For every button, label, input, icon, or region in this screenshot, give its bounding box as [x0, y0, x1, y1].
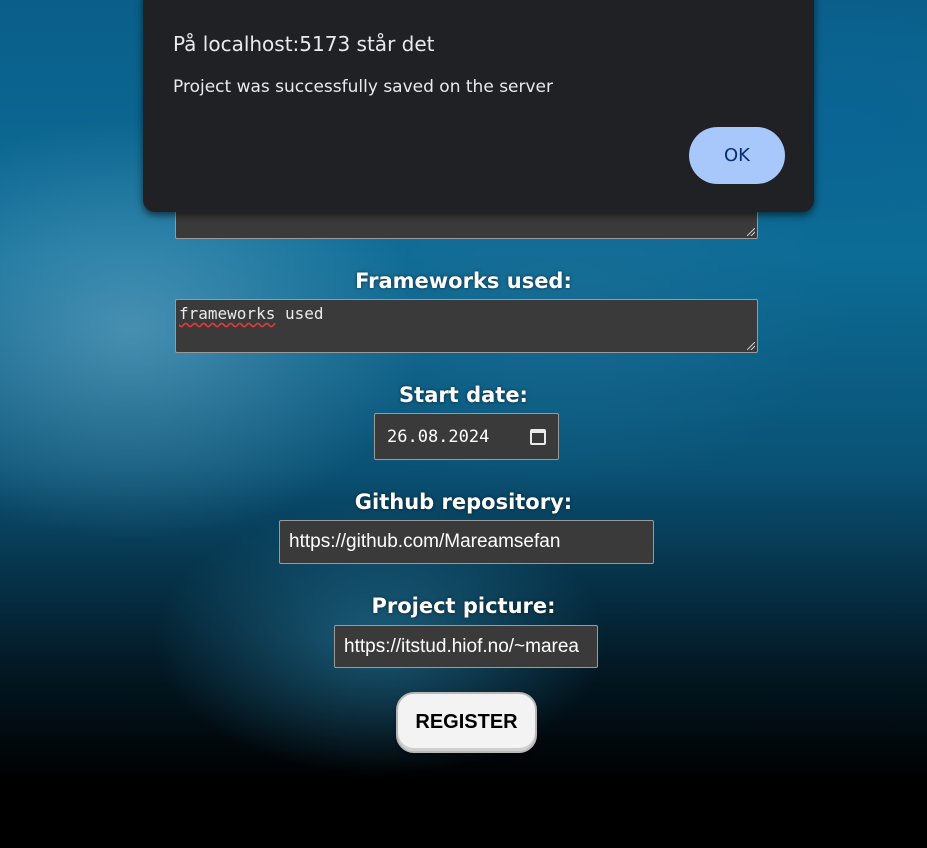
dialog-title: På localhost:5173 står det	[173, 32, 435, 56]
frameworks-text-misspelled: frameworks	[179, 304, 276, 323]
start-date-label: Start date:	[399, 383, 528, 407]
github-input[interactable]: https://github.com/Mareamsefan	[279, 520, 654, 564]
ok-button[interactable]: OK	[689, 127, 785, 184]
alert-dialog: På localhost:5173 står det Project was s…	[143, 0, 814, 212]
github-value: https://github.com/Mareamsefan	[289, 531, 561, 552]
resize-grip-icon[interactable]	[747, 342, 755, 350]
frameworks-label: Frameworks used:	[355, 269, 572, 293]
start-date-input[interactable]: 26.08.2024	[374, 413, 559, 460]
register-button[interactable]: REGISTER	[396, 692, 537, 753]
frameworks-text: used	[275, 304, 324, 323]
dialog-message: Project was successfully saved on the se…	[173, 77, 554, 97]
resize-grip-icon[interactable]	[747, 228, 755, 236]
project-picture-label: Project picture:	[371, 594, 556, 618]
frameworks-textarea[interactable]: frameworks used	[175, 299, 758, 353]
project-picture-input[interactable]: https://itstud.hiof.no/~marea	[334, 625, 598, 668]
calendar-icon[interactable]	[530, 428, 546, 445]
project-picture-value: https://itstud.hiof.no/~marea	[344, 635, 579, 657]
start-date-value: 26.08.2024	[387, 426, 490, 447]
github-label: Github repository:	[354, 490, 573, 514]
